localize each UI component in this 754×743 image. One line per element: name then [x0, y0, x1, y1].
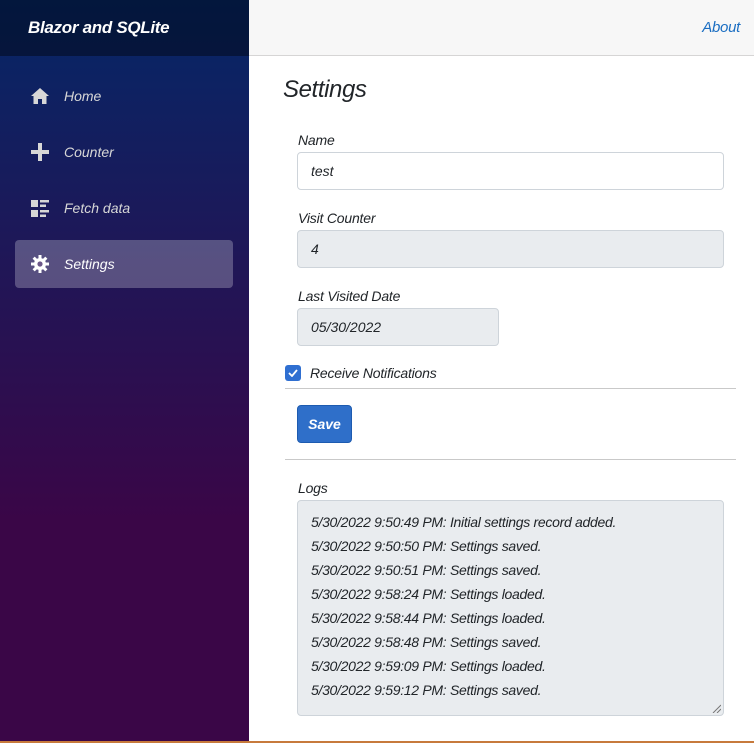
last-visited-label: Last Visited Date — [298, 288, 401, 304]
main-content: Settings Name Visit Counter Last Visited… — [249, 56, 754, 743]
notifications-label[interactable]: Receive Notifications — [310, 365, 437, 381]
sidebar-item-label: Settings — [64, 256, 115, 272]
log-line: 5/30/2022 9:58:48 PM: Settings saved. — [311, 634, 542, 650]
resize-handle-icon[interactable] — [712, 704, 721, 713]
sidebar: Blazor and SQLite Home Counter Fetch dat… — [0, 0, 249, 743]
home-icon — [30, 86, 50, 106]
sidebar-item-label: Counter — [64, 144, 114, 160]
log-line: 5/30/2022 9:58:24 PM: Settings loaded. — [311, 586, 546, 602]
about-link[interactable]: About — [702, 19, 740, 36]
name-label: Name — [298, 132, 335, 148]
log-line: 5/30/2022 9:59:12 PM: Settings saved. — [311, 682, 542, 698]
name-input[interactable] — [297, 152, 724, 190]
sidebar-item-fetch-data[interactable]: Fetch data — [15, 184, 233, 232]
sidebar-item-settings[interactable]: Settings — [15, 240, 233, 288]
log-line: 5/30/2022 9:50:51 PM: Settings saved. — [311, 562, 542, 578]
divider — [285, 388, 736, 389]
sidebar-item-home[interactable]: Home — [15, 72, 233, 120]
save-button[interactable]: Save — [297, 405, 352, 443]
sidebar-item-label: Home — [64, 88, 102, 104]
logs-label: Logs — [298, 480, 328, 496]
logs-textarea[interactable]: 5/30/2022 9:50:49 PM: Initial settings r… — [297, 500, 724, 716]
plus-icon — [30, 142, 50, 162]
app-window: Blazor and SQLite Home Counter Fetch dat… — [0, 0, 754, 743]
visit-counter-field — [297, 230, 724, 268]
page-title: Settings — [283, 76, 367, 103]
sidebar-item-counter[interactable]: Counter — [15, 128, 233, 176]
divider — [285, 459, 736, 460]
notifications-row: Receive Notifications — [285, 365, 437, 381]
log-line: 5/30/2022 9:50:49 PM: Initial settings r… — [311, 514, 617, 530]
visit-counter-label: Visit Counter — [298, 210, 376, 226]
log-line: 5/30/2022 9:59:09 PM: Settings loaded. — [311, 658, 546, 674]
log-line: 5/30/2022 9:50:50 PM: Settings saved. — [311, 538, 542, 554]
app-brand[interactable]: Blazor and SQLite — [28, 18, 170, 38]
list-icon — [30, 198, 50, 218]
last-visited-date-field — [297, 308, 499, 346]
notifications-checkbox[interactable] — [285, 365, 301, 381]
sidebar-item-label: Fetch data — [64, 200, 131, 216]
gear-icon — [30, 254, 50, 274]
brand-bar: Blazor and SQLite — [0, 0, 249, 56]
nav-menu: Home Counter Fetch data Settings — [0, 56, 249, 288]
log-line: 5/30/2022 9:58:44 PM: Settings loaded. — [311, 610, 546, 626]
top-bar: About — [249, 0, 754, 56]
check-icon — [288, 369, 298, 377]
